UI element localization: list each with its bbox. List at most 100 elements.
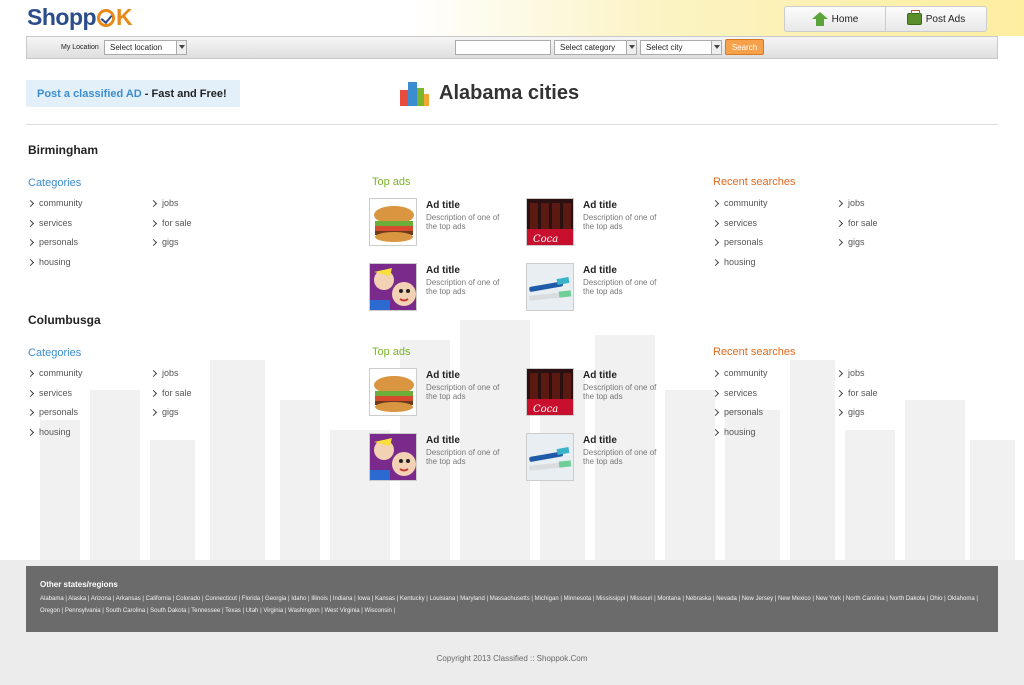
state-link[interactable]: Minnesota — [564, 596, 592, 602]
state-link[interactable]: Alaska — [68, 596, 86, 602]
ad-image-toothbrush[interactable] — [526, 263, 574, 311]
list-item[interactable]: for sale — [149, 388, 192, 408]
ad-card[interactable]: Ad title Description of one of the top a… — [369, 263, 519, 311]
recent-link[interactable]: community — [724, 368, 768, 378]
ad-image-popart[interactable] — [369, 263, 417, 311]
ad-card[interactable]: Coca Ad title Description of one of the … — [526, 368, 676, 416]
list-item[interactable]: gigs — [149, 237, 192, 257]
list-item[interactable]: community — [26, 198, 83, 218]
ad-image-burger[interactable] — [369, 198, 417, 246]
ad-title[interactable]: Ad title — [583, 200, 617, 211]
state-link[interactable]: Massachusetts — [490, 596, 530, 602]
state-link[interactable]: New York — [816, 596, 841, 602]
recent-link[interactable]: gigs — [848, 237, 865, 247]
ad-image-cola[interactable]: Coca — [526, 368, 574, 416]
state-link[interactable]: Tennessee — [191, 608, 220, 614]
state-link[interactable]: North Carolina — [846, 596, 885, 602]
list-item[interactable]: gigs — [835, 407, 878, 427]
state-link[interactable]: Alabama — [40, 596, 64, 602]
state-link[interactable]: New Jersey — [742, 596, 773, 602]
list-item[interactable]: jobs — [149, 198, 192, 218]
list-item[interactable]: housing — [26, 427, 83, 447]
list-item[interactable]: services — [711, 218, 768, 238]
ad-image-toothbrush[interactable] — [526, 433, 574, 481]
list-item[interactable]: housing — [26, 257, 83, 277]
city-select[interactable]: Select city — [640, 40, 722, 55]
ad-card[interactable]: Coca Ad title Description of one of the … — [526, 198, 676, 246]
ad-title[interactable]: Ad title — [583, 435, 617, 446]
list-item[interactable]: for sale — [835, 388, 878, 408]
post-ads-button[interactable]: Post Ads — [885, 7, 986, 31]
ad-card[interactable]: Ad title Description of one of the top a… — [526, 433, 676, 481]
list-item[interactable]: gigs — [835, 237, 878, 257]
state-link[interactable]: Louisiana — [430, 596, 456, 602]
category-link[interactable]: jobs — [162, 368, 179, 378]
recent-link[interactable]: personals — [724, 407, 763, 417]
state-link[interactable]: New Mexico — [778, 596, 811, 602]
state-link[interactable]: Virginia — [263, 608, 283, 614]
ad-title[interactable]: Ad title — [426, 200, 460, 211]
recent-link[interactable]: community — [724, 198, 768, 208]
category-link[interactable]: for sale — [162, 218, 192, 228]
list-item[interactable]: personals — [711, 237, 768, 257]
state-link[interactable]: California — [146, 596, 171, 602]
recent-link[interactable]: jobs — [848, 368, 865, 378]
state-link[interactable]: Texas — [225, 608, 241, 614]
state-link[interactable]: North Dakota — [889, 596, 924, 602]
state-link[interactable]: Oklahoma — [947, 596, 974, 602]
state-link[interactable]: Washington — [288, 608, 319, 614]
ad-card[interactable]: Ad title Description of one of the top a… — [526, 263, 676, 311]
list-item[interactable]: community — [711, 368, 768, 388]
post-ad-promo[interactable]: Post a classified AD - Fast and Free! — [26, 80, 240, 107]
recent-link[interactable]: housing — [724, 257, 756, 267]
category-link[interactable]: for sale — [162, 388, 192, 398]
recent-link[interactable]: services — [724, 388, 757, 398]
ad-image-burger[interactable] — [369, 368, 417, 416]
list-item[interactable]: housing — [711, 427, 768, 447]
state-link[interactable]: Florida — [242, 596, 260, 602]
state-link[interactable]: Wisconsin — [365, 608, 392, 614]
state-link[interactable]: Iowa — [357, 596, 370, 602]
state-link[interactable]: Nebraska — [686, 596, 712, 602]
state-link[interactable]: Mississippi — [596, 596, 625, 602]
state-link[interactable]: Connecticut — [205, 596, 237, 602]
category-link[interactable]: housing — [39, 257, 71, 267]
state-link[interactable]: Colorado — [176, 596, 200, 602]
category-link[interactable]: community — [39, 368, 83, 378]
recent-link[interactable]: jobs — [848, 198, 865, 208]
recent-link[interactable]: for sale — [848, 218, 878, 228]
ad-card[interactable]: Ad title Description of one of the top a… — [369, 368, 519, 416]
ad-title[interactable]: Ad title — [583, 370, 617, 381]
list-item[interactable]: services — [711, 388, 768, 408]
state-link[interactable]: Arizona — [91, 596, 111, 602]
category-link[interactable]: jobs — [162, 198, 179, 208]
state-link[interactable]: Pennsylvania — [65, 608, 101, 614]
state-link[interactable]: Ohio — [930, 596, 943, 602]
category-link[interactable]: services — [39, 388, 72, 398]
state-link[interactable]: Kansas — [375, 596, 395, 602]
state-link[interactable]: Utah — [246, 608, 259, 614]
ad-card[interactable]: Ad title Description of one of the top a… — [369, 433, 519, 481]
search-input[interactable] — [455, 40, 551, 55]
list-item[interactable]: community — [26, 368, 83, 388]
ad-image-cola[interactable]: Coca — [526, 198, 574, 246]
ad-image-popart[interactable] — [369, 433, 417, 481]
ad-title[interactable]: Ad title — [583, 265, 617, 276]
state-link[interactable]: Indiana — [333, 596, 353, 602]
recent-link[interactable]: personals — [724, 237, 763, 247]
list-item[interactable]: jobs — [835, 368, 878, 388]
list-item[interactable]: jobs — [149, 368, 192, 388]
category-link[interactable]: gigs — [162, 407, 179, 417]
logo[interactable]: Shopp K — [27, 4, 133, 31]
state-link[interactable]: South Dakota — [150, 608, 186, 614]
state-link[interactable]: Missouri — [630, 596, 652, 602]
state-link[interactable]: Oregon — [40, 608, 60, 614]
list-item[interactable]: personals — [711, 407, 768, 427]
list-item[interactable]: housing — [711, 257, 768, 277]
state-link[interactable]: Montana — [657, 596, 680, 602]
category-select[interactable]: Select category — [554, 40, 637, 55]
category-link[interactable]: housing — [39, 427, 71, 437]
ad-title[interactable]: Ad title — [426, 265, 460, 276]
category-link[interactable]: services — [39, 218, 72, 228]
list-item[interactable]: gigs — [149, 407, 192, 427]
